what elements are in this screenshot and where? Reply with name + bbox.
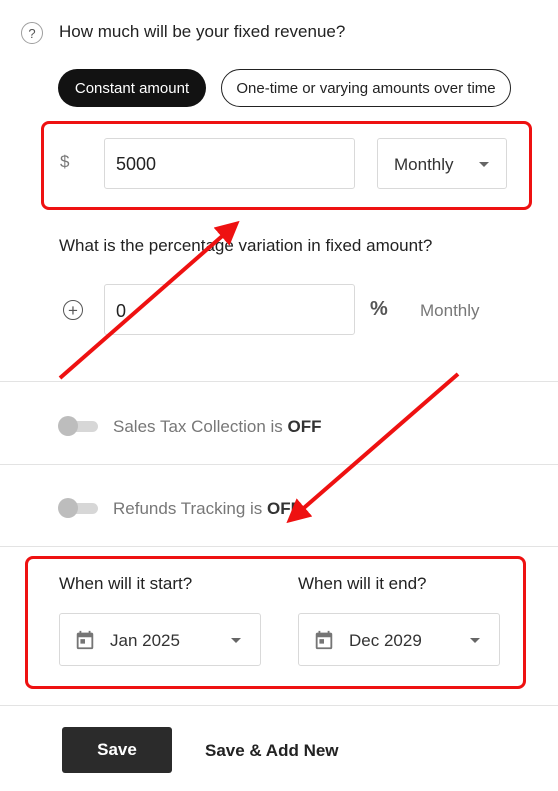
arrow-to-dates bbox=[286, 372, 460, 524]
annotation-arrows bbox=[58, 220, 460, 524]
arrow-to-amount bbox=[58, 220, 240, 380]
